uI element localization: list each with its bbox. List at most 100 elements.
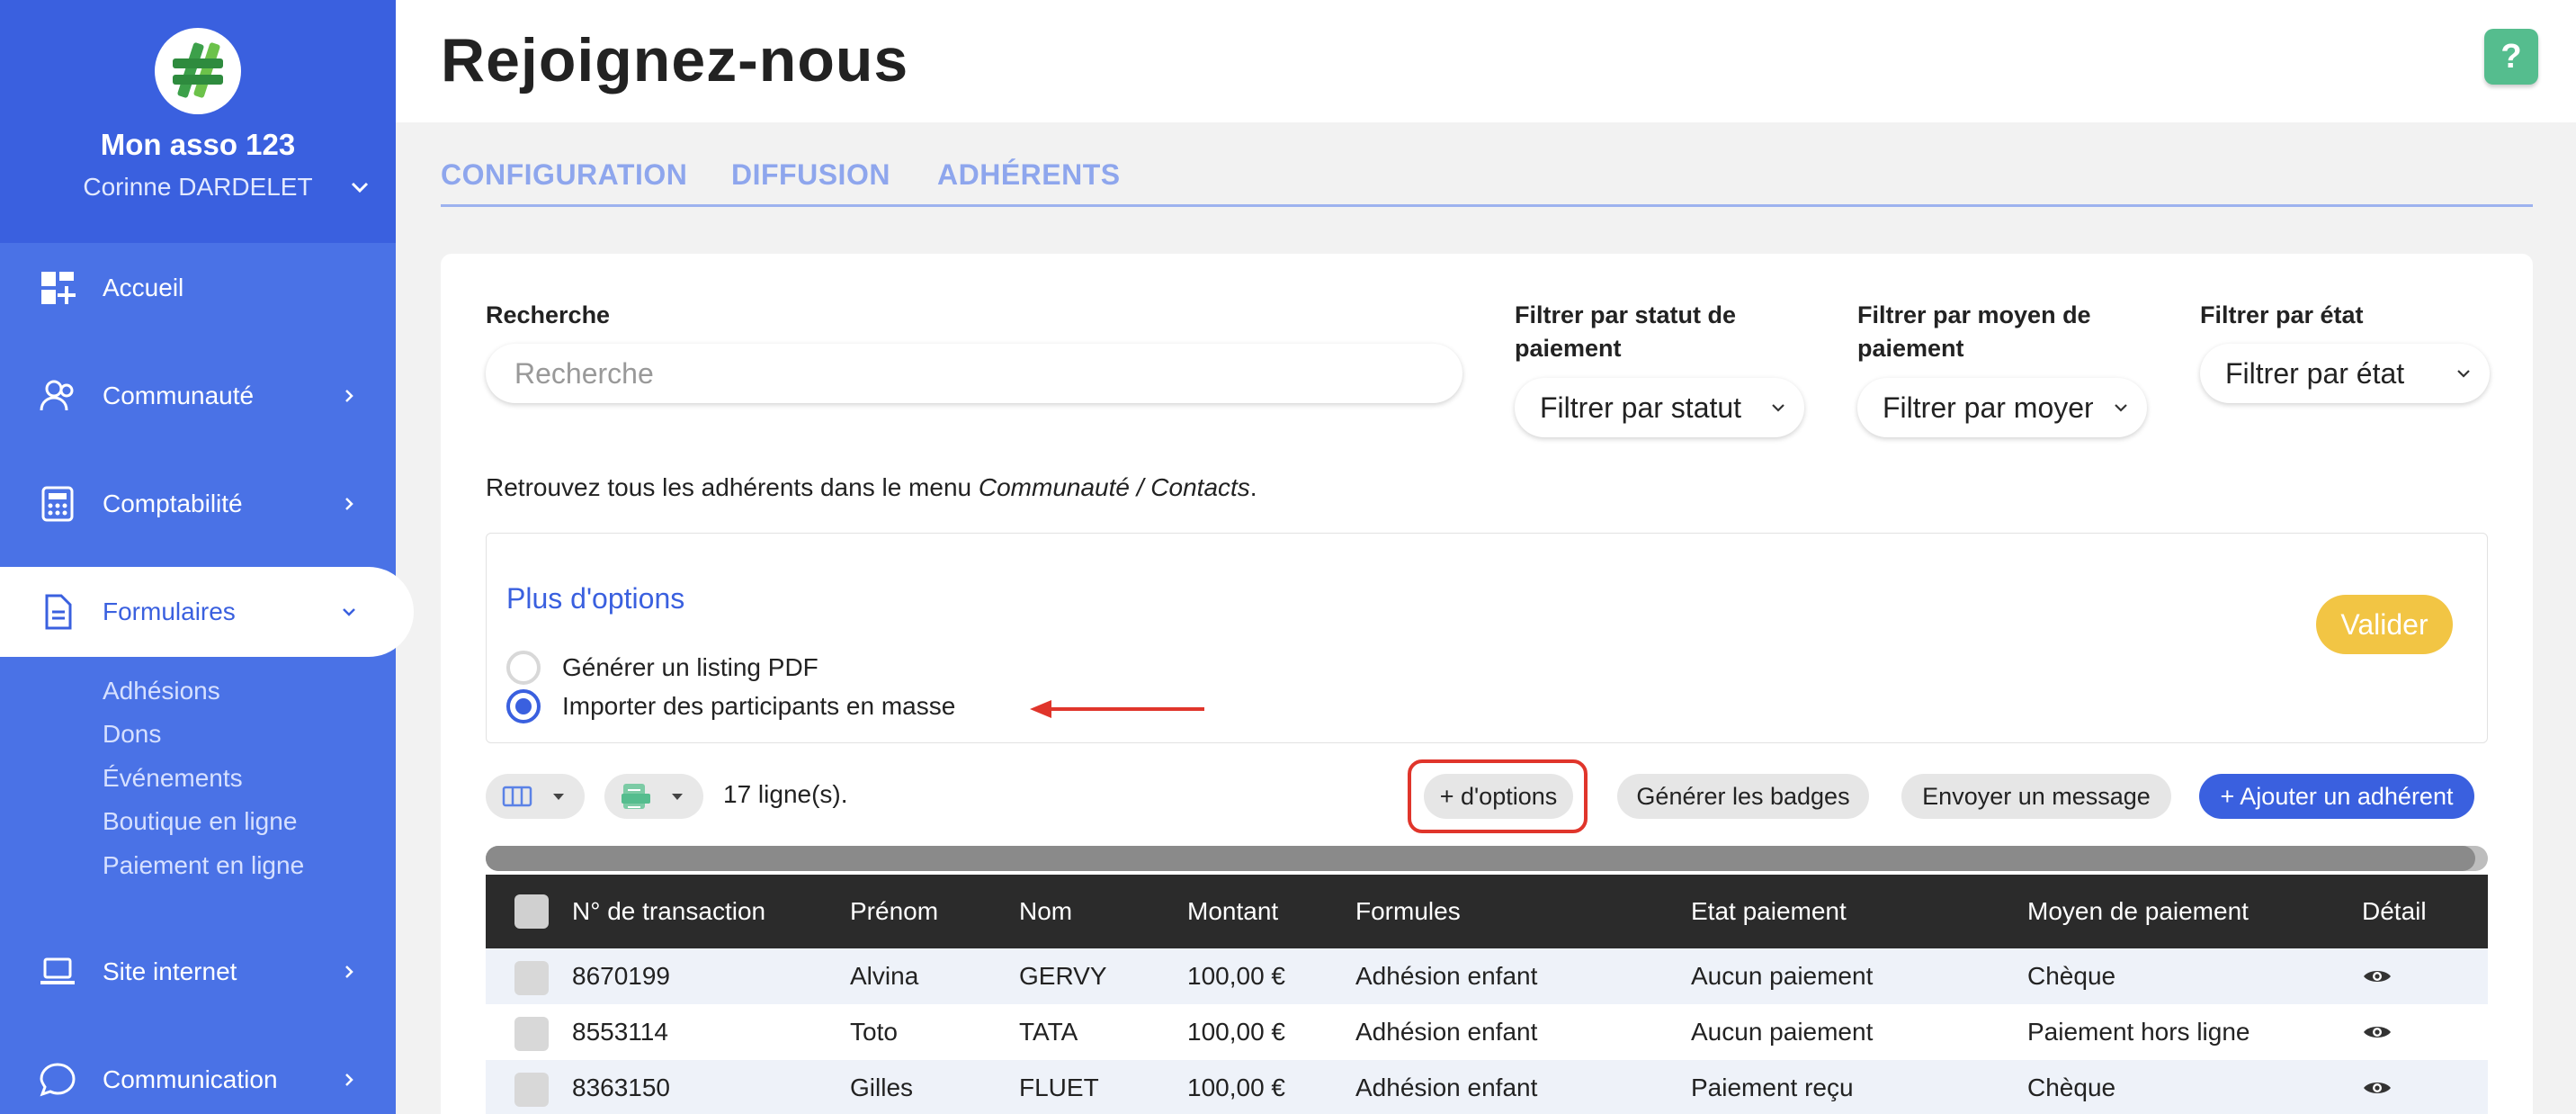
method-filter-label: Filtrer par moyen de paiement	[1857, 301, 2091, 362]
column-header[interactable]: N° de transaction	[572, 875, 765, 948]
subnav-adhesions[interactable]: Adhésions	[103, 677, 220, 705]
eye-icon[interactable]	[2362, 1079, 2393, 1097]
document-icon	[45, 594, 72, 630]
radio-pdf-label: Générer un listing PDF	[562, 653, 818, 681]
method-filter-value: Filtrer par moyen de paiement	[1883, 391, 2093, 424]
annotation-arrow-icon	[1030, 700, 1204, 718]
dashboard-icon	[41, 272, 76, 304]
info-text: Retrouvez tous les adhérents dans le men…	[486, 473, 1257, 502]
page-header: Rejoignez-nous ?	[396, 0, 2576, 122]
cell-formule: Adhésion enfant	[1355, 1074, 1538, 1101]
users-icon	[40, 380, 74, 411]
subnav-boutique[interactable]: Boutique en ligne	[103, 807, 297, 836]
nav-label: Site internet	[103, 957, 237, 985]
tab-bar: CONFIGURATION DIFFUSION ADHÉRENTS	[441, 158, 2533, 207]
tab-diffusion[interactable]: DIFFUSION	[731, 158, 890, 192]
eye-icon[interactable]	[2362, 1023, 2393, 1041]
method-filter-select[interactable]: Filtrer par moyen de paiement	[1857, 378, 2147, 437]
org-logo[interactable]	[155, 28, 241, 114]
horizontal-scrollbar[interactable]	[486, 846, 2488, 871]
nav-label: Communication	[103, 1065, 278, 1093]
help-button[interactable]: ?	[2484, 29, 2538, 85]
tab-adherents[interactable]: ADHÉRENTS	[937, 158, 1121, 192]
chevron-down-icon	[2115, 404, 2127, 412]
add-member-button[interactable]: + Ajouter un adhérent	[2199, 774, 2474, 819]
cell-formule: Adhésion enfant	[1355, 1018, 1538, 1046]
nav-site-internet[interactable]: Site internet	[0, 927, 396, 1017]
cell-transaction: 8363150	[572, 1074, 671, 1101]
status-filter-select[interactable]: Filtrer par statut de paiement	[1515, 378, 1804, 437]
chevron-down-icon	[343, 608, 355, 616]
nav-accueil[interactable]: Accueil	[0, 243, 396, 333]
radio-import-label: Importer des participants en masse	[562, 692, 956, 720]
state-filter-select[interactable]: Filtrer par état	[2200, 344, 2490, 403]
scrollbar-thumb[interactable]	[486, 846, 2475, 871]
cell-prenom: Toto	[850, 1018, 898, 1046]
tab-configuration[interactable]: CONFIGURATION	[441, 158, 687, 192]
org-name: Mon asso 123	[100, 128, 296, 161]
user-name[interactable]: Corinne DARDELET	[0, 173, 396, 202]
table-row[interactable]: 8553114 Toto TATA 100,00 € Adhésion enfa…	[486, 1004, 2488, 1060]
subnav-dons[interactable]: Dons	[103, 720, 161, 749]
cell-moyen: Chèque	[2027, 1074, 2116, 1101]
state-filter-label: Filtrer par état	[2200, 301, 2364, 328]
chevron-right-icon	[345, 498, 353, 510]
state-filter-value: Filtrer par état	[2225, 356, 2405, 390]
cell-nom: GERVY	[1019, 962, 1107, 990]
more-options-panel: Plus d'options Générer un listing PDF Im…	[486, 533, 2488, 743]
more-options-button[interactable]: + d'options	[1424, 774, 1573, 819]
chevron-down-icon	[1772, 404, 1784, 412]
column-header[interactable]: Etat paiement	[1691, 875, 1847, 948]
column-header[interactable]: Moyen de paiement	[2027, 875, 2249, 948]
row-checkbox[interactable]	[514, 1017, 549, 1051]
search-input[interactable]: Recherche	[486, 344, 1462, 403]
select-all-checkbox[interactable]	[514, 894, 549, 929]
info-suffix: .	[1249, 473, 1257, 501]
column-header[interactable]: Montant	[1187, 875, 1278, 948]
caret-down-icon	[672, 794, 683, 800]
members-card: Recherche Recherche Filtrer par statut d…	[441, 254, 2533, 1114]
column-header[interactable]: Prénom	[850, 875, 938, 948]
sidebar-header: Mon asso 123 Corinne DARDELET	[0, 0, 396, 243]
subnav-evenements[interactable]: Événements	[103, 764, 243, 793]
info-text-main: Retrouvez tous les adhérents dans le men…	[486, 473, 979, 501]
search-label: Recherche	[486, 301, 611, 328]
radio-import[interactable]	[506, 689, 541, 723]
validate-button[interactable]: Valider	[2316, 595, 2453, 654]
export-dropdown[interactable]	[604, 774, 703, 819]
nav-communication[interactable]: Communication	[0, 1035, 396, 1114]
radio-pdf-row[interactable]: Générer un listing PDF	[506, 651, 818, 685]
nav-label: Comptabilité	[103, 490, 243, 517]
subnav-paiement[interactable]: Paiement en ligne	[103, 851, 304, 880]
cell-transaction: 8553114	[572, 1018, 668, 1046]
spreadsheet-icon	[622, 784, 650, 809]
row-checkbox[interactable]	[514, 1073, 549, 1107]
cell-nom: TATA	[1019, 1018, 1078, 1046]
column-header[interactable]: Formules	[1355, 875, 1461, 948]
more-options-title: Plus d'options	[506, 582, 685, 615]
calculator-icon	[41, 486, 74, 522]
nav-formulaires[interactable]: Formulaires	[0, 567, 414, 657]
sidebar: Mon asso 123 Corinne DARDELET Accueil Co…	[0, 0, 414, 1114]
radio-pdf[interactable]	[506, 651, 541, 685]
nav-label: Communauté	[103, 382, 255, 409]
eye-icon[interactable]	[2362, 967, 2393, 985]
radio-import-row[interactable]: Importer des participants en masse	[506, 689, 955, 723]
column-header[interactable]: Détail	[2362, 875, 2427, 948]
column-header[interactable]: Nom	[1019, 875, 1072, 948]
table-row[interactable]: 8363150 Gilles FLUET 100,00 € Adhésion e…	[486, 1060, 2488, 1114]
cell-etat: Aucun paiement	[1691, 962, 1874, 990]
cell-transaction: 8670199	[572, 962, 671, 990]
row-checkbox[interactable]	[514, 961, 549, 995]
generate-badges-button[interactable]: Générer les badges	[1617, 774, 1869, 819]
nav-communaute[interactable]: Communauté	[0, 351, 396, 441]
info-path: Communauté / Contacts	[978, 473, 1250, 501]
cell-formule: Adhésion enfant	[1355, 962, 1538, 990]
columns-dropdown[interactable]	[486, 774, 585, 819]
send-message-button[interactable]: Envoyer un message	[1901, 774, 2171, 819]
table-row[interactable]: 8670199 Alvina GERVY 100,00 € Adhésion e…	[486, 948, 2488, 1004]
cell-montant: 100,00 €	[1187, 962, 1285, 990]
status-filter-label: Filtrer par statut de paiement	[1515, 301, 1737, 362]
nav-comptabilite[interactable]: Comptabilité	[0, 459, 396, 549]
chevron-down-icon[interactable]	[347, 175, 372, 200]
